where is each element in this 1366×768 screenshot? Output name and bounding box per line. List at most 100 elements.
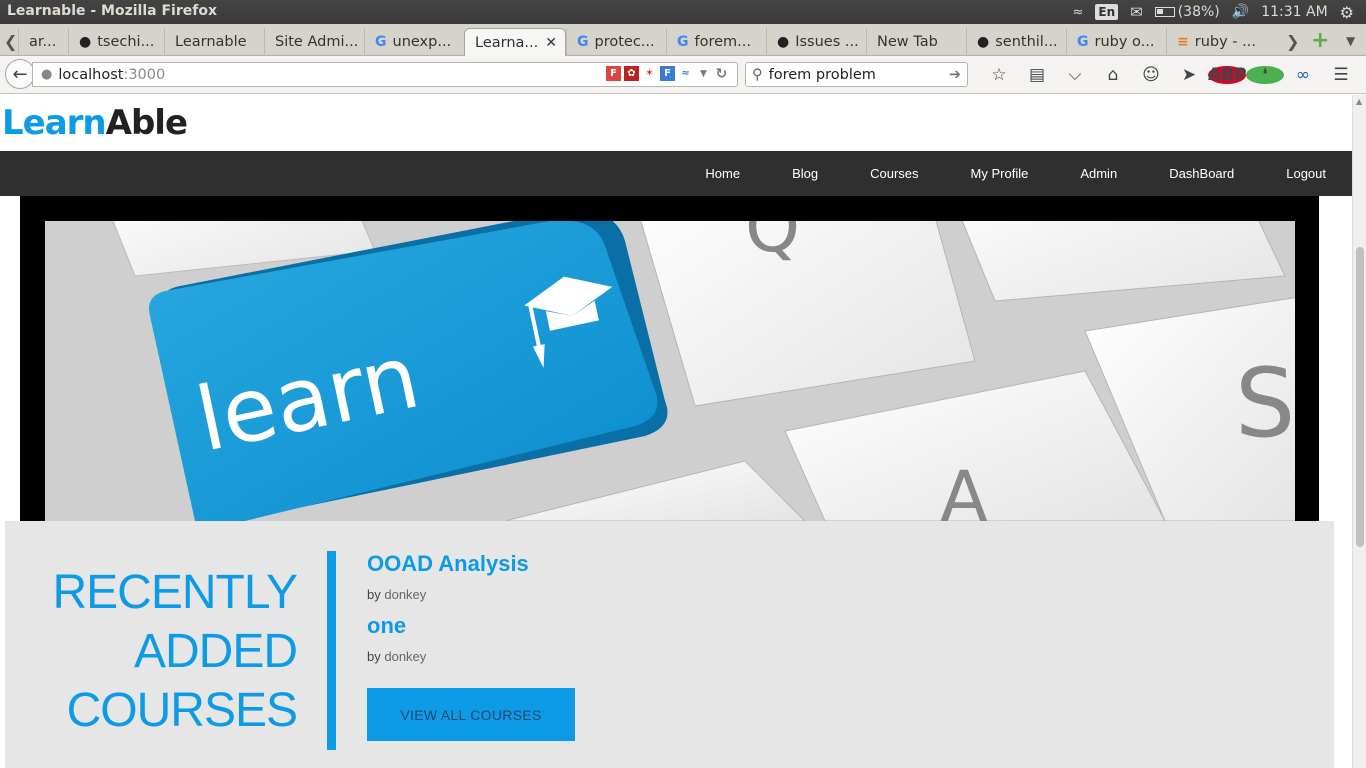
browser-tab[interactable]: Site Admi...: [264, 28, 364, 56]
tab-label: protec...: [594, 34, 655, 50]
home-icon[interactable]: ⌂: [1094, 65, 1132, 85]
recently-added-heading-line-3: COURSES: [66, 684, 298, 737]
back-arrow-icon: ←: [12, 63, 28, 85]
nav-link-home[interactable]: Home: [679, 166, 766, 181]
nav-item-admin[interactable]: Admin: [1054, 166, 1143, 181]
addon-rails-icon[interactable]: ✶: [642, 66, 657, 81]
reading-list-icon[interactable]: ▤: [1018, 65, 1056, 85]
wifi-icon[interactable]: ≈: [1072, 5, 1083, 20]
tab-label: Learna...: [475, 34, 539, 51]
browser-tab[interactable]: ● Issues ...: [766, 28, 866, 56]
tab-list-chevron-icon[interactable]: ▼: [1346, 34, 1355, 48]
stackoverflow-icon: ≡: [1177, 34, 1189, 50]
nav-link-my-profile[interactable]: My Profile: [945, 166, 1055, 181]
nav-link-blog[interactable]: Blog: [766, 166, 844, 181]
tab-scroll-right-icon[interactable]: ❯: [1286, 32, 1299, 51]
course-title-link[interactable]: one: [367, 613, 426, 639]
google-icon: G: [677, 34, 689, 50]
bookmark-star-icon[interactable]: ☆: [980, 65, 1018, 85]
course-author[interactable]: donkey: [384, 587, 426, 602]
infinity-icon[interactable]: ∞: [1284, 65, 1322, 85]
addon-f-icon[interactable]: F: [606, 66, 621, 81]
browser-tab[interactable]: Learnable: [164, 28, 264, 56]
settings-gear-icon[interactable]: ⚙: [1340, 3, 1354, 22]
dropdown-chevron-icon[interactable]: ▼: [696, 66, 711, 81]
browser-tab[interactable]: Gunexp...: [364, 28, 462, 56]
browser-tab[interactable]: Gruby o...: [1066, 28, 1166, 56]
nav-link-dashboard[interactable]: DashBoard: [1143, 166, 1260, 181]
google-icon: G: [1077, 34, 1089, 50]
os-indicators: ≈ En ✉ (38%) 🔊 11:31 AM ⚙: [1072, 0, 1366, 24]
reload-icon[interactable]: ↻: [714, 66, 729, 82]
scrollbar-thumb[interactable]: [1356, 247, 1364, 547]
course-author[interactable]: donkey: [384, 649, 426, 664]
nav-item-courses[interactable]: Courses: [844, 166, 944, 181]
tab-scroll-left-icon[interactable]: ❮: [4, 32, 17, 51]
course-title-link[interactable]: OOAD Analysis: [367, 551, 529, 577]
tab-label: senthil...: [995, 34, 1058, 50]
recently-added-heading-line-2: ADDED: [133, 625, 298, 678]
globe-icon: ●: [41, 67, 53, 82]
site-navigation: Home Blog Courses My Profile Admin DashB…: [0, 151, 1352, 196]
browser-tab[interactable]: Gprotec...: [566, 28, 666, 56]
close-tab-icon[interactable]: ✕: [545, 35, 557, 51]
tab-label: ruby - ...: [1194, 34, 1256, 50]
browser-tab[interactable]: Learna... ✕: [464, 28, 566, 56]
toolbar-icons: ☆ ▤ ⌵ ⌂ ☺ ➤ ABP ❛ ∞ ☰: [980, 64, 1360, 86]
nav-link-admin[interactable]: Admin: [1054, 166, 1143, 181]
battery-indicator[interactable]: (38%): [1154, 4, 1220, 20]
clock[interactable]: 11:31 AM: [1261, 4, 1327, 20]
url-port: :3000: [123, 66, 166, 83]
pocket-icon[interactable]: ⌵: [1056, 65, 1094, 85]
nav-link-courses[interactable]: Courses: [844, 166, 944, 181]
nav-item-blog[interactable]: Blog: [766, 166, 844, 181]
nav-item-home[interactable]: Home: [679, 166, 766, 181]
new-tab-plus-icon[interactable]: +: [1311, 28, 1329, 53]
url-addons: F ✿ ✶ F ≈ ▼ ↻: [606, 66, 729, 82]
keyboard-layout-indicator[interactable]: En: [1095, 4, 1119, 20]
course-by-label: by: [367, 649, 381, 664]
course-item: OOAD Analysis by donkey: [367, 551, 529, 602]
tab-label: ar...: [29, 34, 57, 50]
tab-label: New Tab: [877, 34, 938, 50]
mail-icon[interactable]: ✉: [1130, 3, 1143, 21]
nav-link-logout[interactable]: Logout: [1260, 166, 1352, 181]
keyboard-illustration: Q S A learn: [45, 221, 1295, 521]
nav-item-logout[interactable]: Logout: [1260, 166, 1352, 181]
url-bar[interactable]: ● localhost :3000 F ✿ ✶ F ≈ ▼ ↻: [32, 62, 738, 87]
browser-tab[interactable]: New Tab: [866, 28, 966, 56]
nav-item-my-profile[interactable]: My Profile: [945, 166, 1055, 181]
chat-icon[interactable]: ☺: [1132, 65, 1170, 85]
search-bar[interactable]: ⚲ forem problem ➔: [745, 62, 968, 87]
search-go-arrow-icon[interactable]: ➔: [949, 67, 961, 83]
browser-tab[interactable]: ≡ ruby - ...: [1166, 28, 1266, 56]
hero-key-a: A: [940, 456, 988, 521]
addon-wave-icon[interactable]: ≈: [678, 66, 693, 81]
adblock-icon[interactable]: ABP: [1208, 65, 1247, 85]
site-logo[interactable]: LearnAble: [2, 103, 188, 143]
github-icon: ●: [977, 34, 990, 50]
scroll-up-icon[interactable]: ▲: [1356, 97, 1362, 106]
github-icon: ●: [777, 34, 790, 50]
browser-tab[interactable]: Gforem...: [666, 28, 766, 56]
view-all-courses-button[interactable]: VIEW ALL COURSES: [367, 688, 575, 741]
tab-label: tsechi...: [97, 34, 155, 50]
battery-percent: (38%): [1177, 4, 1220, 20]
course-byline: by donkey: [367, 587, 529, 602]
menu-hamburger-icon[interactable]: ☰: [1322, 65, 1360, 85]
browser-tab[interactable]: ● senthil...: [966, 28, 1066, 56]
nav-item-dashboard[interactable]: DashBoard: [1143, 166, 1260, 181]
recently-added-heading: RECENTLY ADDED COURSES: [25, 563, 299, 740]
addon-red-icon[interactable]: ✿: [624, 66, 639, 81]
page-scrollbar[interactable]: ▲: [1352, 95, 1366, 768]
browser-tab[interactable]: ● tsechi...: [68, 28, 164, 56]
tab-label: forem...: [694, 34, 752, 50]
back-button[interactable]: ←: [5, 59, 35, 89]
hangouts-icon[interactable]: ❛: [1246, 65, 1284, 85]
send-icon[interactable]: ➤: [1170, 65, 1208, 85]
addon-blue-f-icon[interactable]: F: [660, 66, 675, 81]
volume-icon[interactable]: 🔊: [1232, 4, 1249, 20]
hero-banner-image: Q S A learn: [45, 221, 1295, 521]
browser-tab[interactable]: ar...: [18, 28, 68, 56]
logo-part-able: Able: [105, 103, 188, 143]
